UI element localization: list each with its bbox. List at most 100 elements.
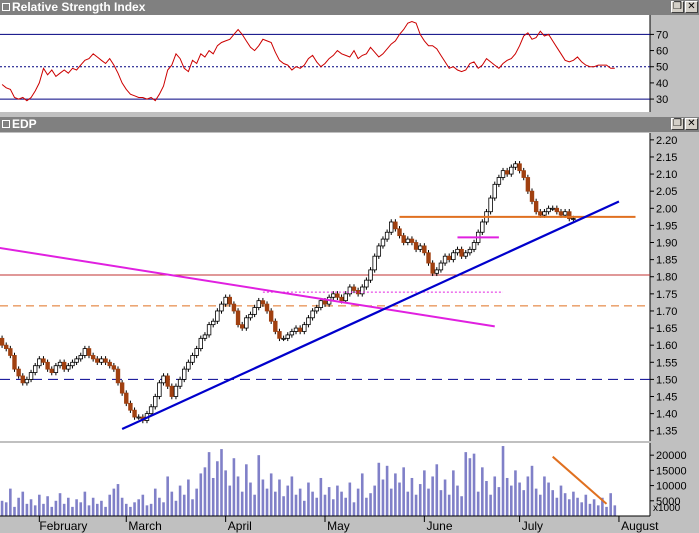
candle-body — [509, 166, 514, 175]
chart-canvas: 70 60 50 40 30 2.20 2.15 2.10 2.05 2.00 1.95 1.90 1… — [0, 15, 687, 533]
candle-body — [16, 368, 21, 377]
candle-body — [538, 211, 543, 216]
volume-bar — [398, 482, 401, 516]
candle-body — [562, 211, 568, 216]
volume-bar — [613, 505, 617, 516]
volume-bar — [381, 479, 385, 516]
volume-bar — [182, 494, 186, 516]
volume-bar — [505, 477, 509, 516]
candle-body — [161, 375, 166, 384]
candle-body — [194, 348, 199, 356]
volume-bar — [460, 496, 463, 516]
volume-bar — [431, 476, 434, 516]
price-plot-bg — [0, 133, 650, 441]
pane-menu-icon[interactable] — [2, 3, 10, 11]
volume-bar — [609, 493, 612, 516]
volume-bar — [538, 494, 542, 516]
volume-bar — [605, 506, 608, 516]
candle-body — [28, 372, 34, 380]
volume-bar — [240, 491, 244, 516]
pane-menu-icon[interactable] — [2, 120, 10, 128]
candle-body — [264, 303, 270, 312]
candle-body — [32, 365, 38, 373]
candle-body — [335, 293, 340, 298]
candle-body — [422, 245, 427, 254]
volume-ytick-label: 15000 — [656, 465, 687, 477]
candle-body — [206, 324, 212, 336]
volume-bar — [452, 470, 455, 516]
volume-bar — [352, 502, 356, 516]
candle-body — [119, 382, 125, 394]
candle-body — [517, 163, 522, 172]
volume-bar — [373, 485, 376, 516]
x-tick-label: February — [39, 519, 87, 533]
volume-bar — [137, 499, 140, 516]
volume-bar — [584, 494, 588, 516]
candle-body — [186, 361, 191, 370]
candle-body — [463, 252, 468, 257]
price-ytick-label: 1.75 — [656, 289, 677, 301]
volume-bar — [71, 506, 74, 516]
price-ytick-label: 2.15 — [656, 152, 677, 164]
price-ytick-label: 1.60 — [656, 340, 677, 352]
volume-bar — [360, 473, 364, 516]
price-restore-button[interactable]: ❐ — [671, 118, 684, 130]
volume-bar — [555, 497, 559, 516]
volume-bar — [207, 452, 211, 516]
candle-body — [389, 221, 394, 233]
volume-bar — [435, 464, 439, 516]
candle-body — [173, 385, 179, 397]
rsi-close-button[interactable]: ✕ — [685, 1, 698, 13]
candle-body — [426, 252, 431, 264]
volume-bar — [286, 485, 290, 516]
volume-bar — [42, 503, 45, 516]
volume-bar — [596, 505, 600, 516]
volume-bar — [510, 485, 513, 516]
volume-bar — [116, 484, 120, 516]
volume-bar — [54, 500, 58, 516]
candle-body — [24, 378, 30, 384]
volume-bar — [323, 494, 327, 516]
candle-body — [293, 327, 299, 332]
candle-body — [339, 296, 344, 302]
candle-body — [235, 310, 241, 326]
price-ytick-label: 1.85 — [656, 255, 677, 267]
price-ytick-label: 1.90 — [656, 238, 677, 250]
candle-body — [95, 358, 100, 363]
volume-bar — [481, 467, 484, 516]
volume-bar — [236, 476, 240, 516]
volume-bar — [133, 502, 136, 516]
volume-bar — [543, 476, 546, 516]
price-pane-titlebar[interactable]: EDP ❐ ✕ — [0, 117, 699, 132]
volume-bar — [95, 503, 99, 516]
volume-bar — [58, 493, 62, 516]
candle-body — [277, 331, 282, 339]
candle-body — [397, 228, 402, 237]
volume-bar — [38, 494, 41, 516]
rsi-pane-titlebar[interactable]: Relative Strength Index ❐ ✕ — [0, 0, 699, 15]
candle-body — [413, 242, 419, 250]
volume-bar — [563, 493, 567, 516]
candle-body — [239, 324, 245, 329]
candle-body — [525, 177, 531, 192]
price-close-button[interactable]: ✕ — [685, 118, 698, 130]
candle-body — [41, 358, 46, 363]
candle-body — [401, 235, 406, 243]
volume-bar — [497, 487, 501, 516]
candle-body — [380, 238, 386, 247]
volume-bar — [178, 485, 182, 516]
volume-scale-label: x1000 — [653, 503, 681, 514]
volume-bar — [83, 491, 87, 516]
candle-body — [107, 361, 112, 367]
volume-bar — [17, 497, 20, 516]
volume-bar — [220, 449, 223, 516]
volume-bar — [418, 484, 422, 516]
volume-bar — [298, 488, 302, 516]
candle-body — [268, 310, 274, 322]
candle-body — [285, 334, 290, 339]
rsi-restore-button[interactable]: ❐ — [671, 1, 684, 13]
volume-bar — [315, 497, 319, 516]
volume-bar — [79, 502, 83, 516]
candle-body — [86, 348, 92, 356]
volume-bar — [551, 490, 555, 516]
